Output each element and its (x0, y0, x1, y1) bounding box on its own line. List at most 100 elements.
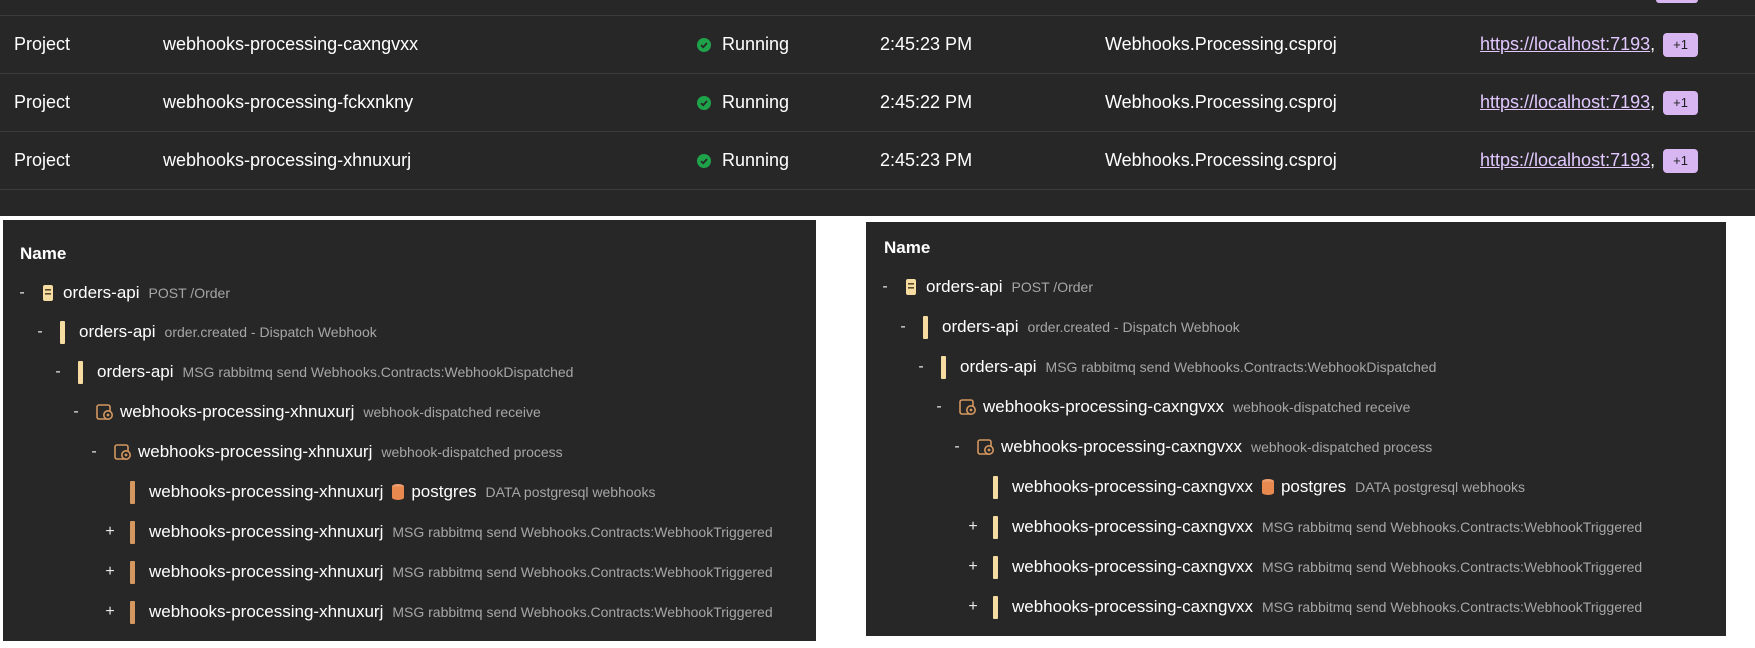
span-color-bar (993, 515, 998, 539)
span-row[interactable]: - webhooks-processing-xhnuxurj webhook-d… (88, 432, 563, 472)
collapse-toggle[interactable]: - (915, 358, 927, 376)
gear-icon (96, 403, 114, 421)
endpoints-cell: https://localhost:7193, +1 (1480, 132, 1698, 189)
span-service: webhooks-processing-caxngvxx (983, 397, 1224, 416)
span-description: webhook-dispatched process (381, 444, 563, 460)
span-row[interactable]: - orders-api POST /Order (879, 267, 1093, 307)
column-header-name: Name (884, 238, 931, 257)
table-row[interactable]: Project webhooks-processing-caxngvxx Run… (0, 16, 1755, 74)
expand-toggle[interactable]: + (967, 598, 979, 616)
collapse-toggle[interactable]: - (70, 403, 82, 421)
span-color-bar (993, 555, 998, 579)
collapse-toggle[interactable]: - (16, 284, 28, 302)
endpoint-separator: , (1650, 34, 1656, 54)
span-description: MSG rabbitmq send Webhooks.Contracts:Web… (182, 364, 574, 380)
endpoint-link[interactable]: https://localhost:7193 (1480, 16, 1650, 73)
span-description: MSG rabbitmq send Webhooks.Contracts:Web… (392, 604, 773, 620)
span-color-bar (993, 475, 998, 499)
span-row[interactable]: - orders-api POST /Order (16, 273, 230, 313)
more-endpoints-badge[interactable]: +1 (1663, 148, 1698, 173)
span-color-bar (923, 315, 928, 339)
span-description: MSG rabbitmq send Webhooks.Contracts:Web… (392, 524, 773, 540)
span-row[interactable]: + webhooks-processing-xhnuxurj MSG rabbi… (104, 592, 773, 632)
span-service: webhooks-processing-xhnuxurj (149, 482, 384, 501)
span-description: MSG rabbitmq send Webhooks.Contracts:Web… (1045, 359, 1437, 375)
expand-toggle[interactable]: + (967, 558, 979, 576)
resource-name: webhooks-processing-caxngvxx (163, 34, 419, 54)
resource-state: Running (697, 74, 789, 131)
span-color-bar (130, 520, 135, 544)
span-service: orders-api (926, 277, 1003, 296)
collapse-toggle[interactable]: - (88, 443, 100, 461)
span-service: webhooks-processing-xhnuxurj (138, 442, 373, 461)
span-description: MSG rabbitmq send Webhooks.Contracts:Web… (1261, 519, 1643, 535)
span-row[interactable]: - orders-api MSG rabbitmq send Webhooks.… (52, 352, 573, 392)
span-description: webhook-dispatched receive (1232, 399, 1411, 415)
endpoint-separator: , (1650, 92, 1656, 112)
span-service: webhooks-processing-caxngvxx (1001, 437, 1242, 456)
endpoint-link[interactable]: https://localhost:7193 (1480, 74, 1650, 131)
span-service: orders-api (942, 317, 1019, 336)
span-service: orders-api (97, 362, 174, 381)
span-description: order.created - Dispatch Webhook (1027, 319, 1240, 335)
expand-toggle[interactable]: + (104, 523, 116, 541)
span-row[interactable]: + webhooks-processing-xhnuxurj MSG rabbi… (104, 512, 773, 552)
more-endpoints-badge[interactable]: +1 (1663, 32, 1698, 57)
endpoint-link[interactable]: https://localhost:7193 (1480, 132, 1650, 189)
endpoint-separator: , (1650, 150, 1656, 170)
start-time: 2:45:22 PM (880, 92, 973, 112)
expand-toggle[interactable]: + (104, 563, 116, 581)
database-icon (1261, 478, 1275, 496)
gear-icon (959, 398, 977, 416)
resource-source: Webhooks.Processing.csproj (1105, 92, 1337, 112)
span-row[interactable]: - webhooks-processing-caxngvxx webhook-d… (951, 427, 1432, 467)
start-time: 2:45:23 PM (880, 150, 973, 170)
table-row[interactable]: Project webhooks-processing-fckxnkny Run… (0, 74, 1755, 132)
resource-source: Webhooks.Processing.csproj (1105, 34, 1337, 54)
span-row[interactable]: - orders-api order.created - Dispatch We… (34, 312, 377, 352)
span-row[interactable]: + webhooks-processing-caxngvxx MSG rabbi… (967, 587, 1642, 627)
collapse-toggle[interactable]: - (52, 363, 64, 381)
collapse-toggle[interactable]: - (933, 398, 945, 416)
resources-table: Project webhooks-processing-caxngvxx Run… (0, 0, 1755, 216)
span-row[interactable]: - orders-api MSG rabbitmq send Webhooks.… (915, 347, 1436, 387)
state-label: Running (722, 150, 790, 170)
span-row[interactable]: + webhooks-processing-xhnuxurj MSG rabbi… (104, 552, 773, 592)
table-row[interactable]: Project webhooks-processing-xhnuxurj Run… (0, 132, 1755, 190)
span-description: DATA postgresql webhooks (485, 484, 656, 500)
collapse-toggle[interactable]: - (897, 318, 909, 336)
expand-toggle[interactable]: + (967, 518, 979, 536)
gear-icon (114, 443, 132, 461)
span-peer: postgres (1280, 477, 1347, 496)
collapse-toggle[interactable]: - (879, 278, 891, 296)
span-color-bar (993, 595, 998, 619)
span-row[interactable]: - orders-api order.created - Dispatch We… (897, 307, 1240, 347)
span-service: orders-api (960, 357, 1037, 376)
collapse-toggle[interactable]: - (951, 438, 963, 456)
span-description: MSG rabbitmq send Webhooks.Contracts:Web… (392, 564, 773, 580)
resource-source: Webhooks.Processing.csproj (1105, 150, 1337, 170)
trace-tree-left: Name - orders-api POST /Order - orders-a… (3, 220, 816, 641)
span-row[interactable]: - webhooks-processing-caxngvxx webhook-d… (933, 387, 1410, 427)
span-description: order.created - Dispatch Webhook (164, 324, 377, 340)
span-service: webhooks-processing-xhnuxurj (149, 522, 384, 541)
span-description: DATA postgresql webhooks (1355, 479, 1526, 495)
span-service: webhooks-processing-xhnuxurj (149, 562, 384, 581)
collapse-toggle[interactable]: - (34, 323, 46, 341)
column-header-name: Name (20, 244, 67, 263)
span-row[interactable]: + webhooks-processing-caxngvxx MSG rabbi… (967, 507, 1642, 547)
span-description: POST /Order (148, 285, 230, 301)
span-row[interactable]: - webhooks-processing-xhnuxurj webhook-d… (70, 392, 540, 432)
check-circle-icon (697, 153, 711, 168)
span-row[interactable]: webhooks-processing-xhnuxurj postgres DA… (104, 472, 655, 512)
trace-tree-right: Name - orders-api POST /Order - orders-a… (866, 222, 1726, 636)
more-endpoints-badge[interactable] (1656, 0, 1698, 3)
expand-toggle[interactable]: + (104, 603, 116, 621)
more-endpoints-badge[interactable]: +1 (1663, 90, 1698, 115)
resource-state: Running (697, 16, 789, 73)
span-row[interactable]: + webhooks-processing-caxngvxx MSG rabbi… (967, 547, 1642, 587)
resource-type: Project (14, 92, 71, 112)
span-row[interactable]: webhooks-processing-caxngvxx postgres DA… (967, 467, 1525, 507)
resource-state: Running (697, 132, 789, 189)
resource-type: Project (14, 150, 71, 170)
